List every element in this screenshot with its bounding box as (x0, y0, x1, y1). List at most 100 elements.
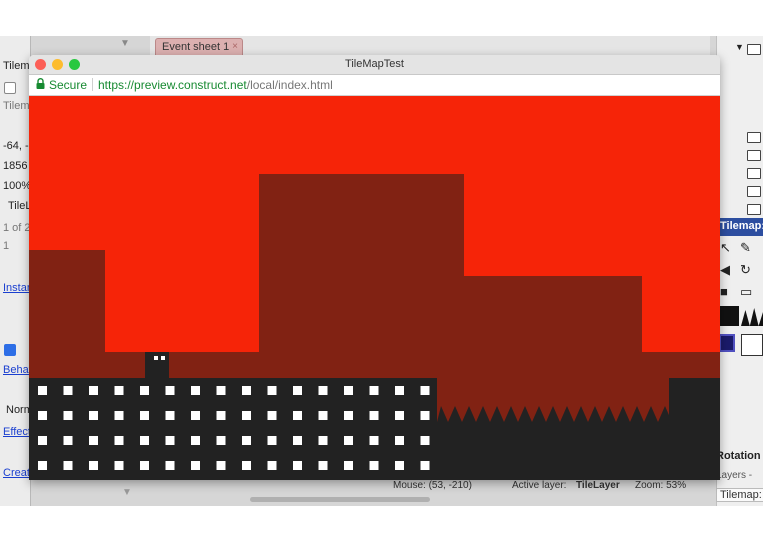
properties-panel: Tilemap Tilemap -64, - 1856 100% TileLay… (0, 36, 34, 506)
checkbox-checked[interactable] (4, 344, 16, 356)
tile-preview-black[interactable] (719, 306, 739, 326)
property-checkbox[interactable] (4, 82, 16, 94)
building-window (140, 411, 149, 420)
status-bar: Mouse: (53, -210) Active layer: TileLaye… (385, 478, 715, 494)
behaviors-link[interactable]: Behaviors (3, 364, 29, 376)
building-window (318, 386, 328, 395)
building-window (216, 386, 226, 395)
building-window (242, 461, 251, 470)
building-window (165, 461, 175, 470)
tilemap-tab[interactable]: Tilemap: (716, 488, 763, 502)
window-titlebar[interactable]: TileMapTest (29, 55, 720, 75)
folder-icon[interactable] (747, 204, 761, 215)
building-window (63, 411, 73, 420)
save-icon[interactable]: ■ (720, 284, 728, 299)
building-window (420, 411, 430, 420)
building-window (140, 461, 149, 470)
instance-link[interactable]: Instance (3, 282, 29, 294)
game-canvas[interactable] (29, 96, 720, 480)
building-window (114, 411, 124, 420)
building-window (395, 461, 404, 470)
building-window (63, 461, 73, 470)
chevron-down-icon[interactable]: ▼ (122, 487, 132, 498)
expand-arrow-icon[interactable]: ▼ (735, 42, 744, 52)
layers-tab[interactable]: Layers - (716, 470, 752, 481)
property-position[interactable]: -64, - (3, 140, 29, 152)
building-window (242, 386, 251, 395)
url-divider (92, 78, 93, 91)
folder-icon[interactable] (747, 44, 761, 55)
building-window (114, 461, 124, 470)
tile-preview-selected[interactable] (719, 334, 735, 352)
mouse-coordinates: Mouse: (53, -210) (393, 480, 472, 491)
building-window (318, 411, 328, 420)
chevron-down-icon[interactable]: ▼ (120, 38, 130, 49)
rotation-label: Rotation (716, 450, 761, 462)
building-window (165, 436, 175, 445)
building-window (267, 461, 277, 470)
folder-icon[interactable] (747, 150, 761, 161)
building-window (165, 411, 175, 420)
property-label-tilemap-2: Tilemap (3, 100, 29, 112)
building-window (140, 386, 149, 395)
address-bar[interactable]: Secure https://preview.construct.net/loc… (29, 75, 720, 96)
player-eye (154, 356, 158, 360)
building-window (89, 386, 98, 395)
pencil-icon[interactable]: ✎ (740, 240, 751, 256)
building-window (38, 386, 47, 395)
folder-icon[interactable] (747, 168, 761, 179)
building-window (318, 461, 328, 470)
building-window (369, 411, 379, 420)
tile-preview-white[interactable] (741, 334, 763, 356)
building-window (395, 386, 404, 395)
horizontal-scrollbar[interactable] (250, 497, 430, 502)
building-window (318, 436, 328, 445)
close-icon[interactable]: × (232, 41, 238, 52)
building-window (267, 436, 277, 445)
player-character (145, 352, 169, 378)
property-value: 1 (3, 240, 10, 252)
building-window (140, 436, 149, 445)
folder-icon[interactable] (747, 132, 761, 143)
building-window (38, 436, 47, 445)
url-host: https://preview.construct.net (98, 78, 247, 92)
building-window (293, 411, 302, 420)
building-window (242, 436, 251, 445)
pointer-icon[interactable]: ↖ (720, 240, 731, 256)
building-window (369, 386, 379, 395)
building-window (293, 386, 302, 395)
building-window (344, 411, 353, 420)
rotate-icon[interactable]: ↻ (740, 262, 751, 278)
building-window (395, 436, 404, 445)
tilemap-bar-header: Tilemap: T (716, 218, 763, 236)
lock-icon (36, 78, 45, 89)
property-zoom[interactable]: 100% (3, 180, 29, 192)
building-window (420, 386, 430, 395)
building-window (63, 386, 73, 395)
building-window (216, 461, 226, 470)
building-window (191, 386, 200, 395)
building-window (165, 386, 175, 395)
player-eye (161, 356, 165, 360)
building-window (267, 386, 277, 395)
property-count: 1 of 2 (3, 222, 29, 234)
building-window (63, 436, 73, 445)
effects-link[interactable]: Effects (3, 426, 29, 438)
building-window (191, 461, 200, 470)
right-pillar (669, 378, 720, 480)
building-window (89, 411, 98, 420)
active-layer-label: Active layer: (512, 480, 567, 491)
window-title: TileMapTest (345, 58, 404, 70)
building-window (38, 411, 47, 420)
folder-icon[interactable] (747, 186, 761, 197)
building-window (344, 386, 353, 395)
create-link[interactable]: Create (3, 467, 29, 479)
building-window (293, 436, 302, 445)
folder-open-icon[interactable]: ▭ (740, 284, 752, 300)
property-width[interactable]: 1856 (3, 160, 29, 172)
building-window (395, 411, 404, 420)
mirror-icon[interactable]: ◀ (720, 262, 730, 278)
building-window (216, 411, 226, 420)
building-window (344, 461, 353, 470)
url-text[interactable]: https://preview.construct.net/local/inde… (98, 78, 333, 92)
